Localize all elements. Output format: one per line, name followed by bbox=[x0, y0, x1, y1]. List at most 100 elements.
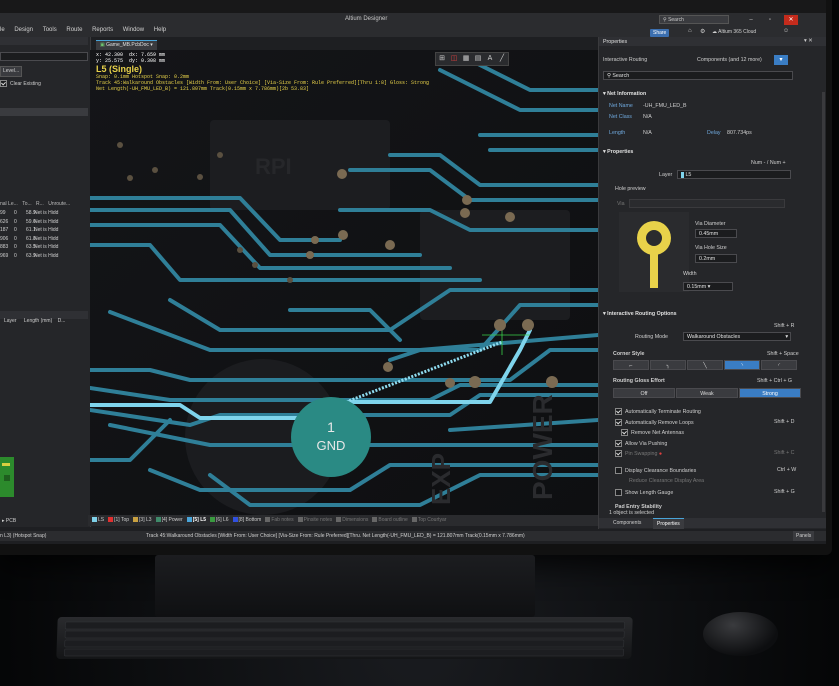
net-class-value: N/A bbox=[643, 114, 652, 120]
auto-terminate-checkbox[interactable] bbox=[615, 408, 622, 415]
corner-round-button[interactable]: ◜ bbox=[761, 360, 797, 370]
tab-components[interactable]: Components bbox=[609, 518, 645, 528]
clear-existing-option[interactable]: Clear Existing bbox=[0, 80, 41, 88]
opt-clearance-boundaries[interactable]: Display Clearance Boundaries bbox=[615, 467, 696, 474]
gloss-weak-button[interactable]: Weak bbox=[676, 388, 738, 398]
length-gauge-checkbox[interactable] bbox=[615, 489, 622, 496]
panels-button[interactable]: Panels bbox=[793, 531, 815, 541]
layer-tab[interactable]: [6] L6 bbox=[206, 517, 229, 523]
opt-remove-antennas[interactable]: Remove Net Antennas bbox=[621, 429, 684, 436]
auto-remove-loops-label: Automatically Remove Loops bbox=[625, 419, 694, 426]
maximize-button[interactable]: ▫ bbox=[763, 15, 777, 25]
via-diameter-input[interactable]: 0.45mm bbox=[695, 229, 737, 238]
layer-tab[interactable]: [4] Power bbox=[152, 517, 183, 523]
properties-scrollbar[interactable] bbox=[822, 92, 825, 512]
layer-tab[interactable]: [3] L3 bbox=[129, 517, 152, 523]
home-icon[interactable]: ⌂ bbox=[688, 28, 692, 34]
routing-mode-select[interactable]: Walkaround Obstacles ▾ bbox=[683, 332, 791, 341]
gloss-strong-button[interactable]: Strong bbox=[739, 388, 801, 398]
place-icon[interactable]: ▦ bbox=[462, 55, 470, 63]
routing-options-section[interactable]: ▾ Interactive Routing Options bbox=[603, 311, 677, 317]
board-thumbnail[interactable] bbox=[0, 457, 14, 497]
panel-menu-icon[interactable]: ▾ ✕ bbox=[804, 38, 813, 44]
silk-power: POWER bbox=[527, 394, 558, 500]
menu-route[interactable]: Route bbox=[66, 27, 82, 33]
cloud-workspace[interactable]: ☁ Altium 365 Cloud bbox=[712, 29, 756, 35]
properties-section[interactable]: ▾ Properties bbox=[603, 149, 633, 155]
via-select[interactable] bbox=[629, 199, 785, 208]
width-input[interactable]: 0.15mm ▾ bbox=[683, 282, 733, 291]
layer-tab[interactable]: Dimensions bbox=[332, 517, 368, 523]
filter-funnel-icon[interactable]: ▼ bbox=[774, 55, 788, 65]
opt-via-pushing[interactable]: Allow Via Pushing bbox=[615, 440, 667, 447]
pcb-board[interactable]: 1 GND RPI EXP POWER bbox=[90, 50, 598, 515]
layer-swatch bbox=[92, 517, 97, 523]
layer-select[interactable]: L5 bbox=[677, 170, 791, 179]
clearance-boundaries-checkbox[interactable] bbox=[615, 467, 622, 474]
pcb-panel-tab[interactable]: ▸ PCB bbox=[0, 517, 88, 526]
opt-auto-terminate[interactable]: Automatically Terminate Routing bbox=[615, 408, 701, 415]
layer-tab[interactable]: Board outline bbox=[368, 517, 408, 523]
menu-tools[interactable]: Tools bbox=[43, 27, 57, 33]
components-filter[interactable]: Components (and 12 more) bbox=[697, 57, 762, 63]
monitor-stand bbox=[155, 555, 535, 617]
table-cell: 0 bbox=[14, 252, 17, 259]
corner-arc-button[interactable]: ◝ bbox=[724, 360, 760, 370]
corner-90-button[interactable]: ╲ bbox=[687, 360, 723, 370]
chevron-down-icon: ▾ bbox=[785, 334, 788, 340]
minimize-button[interactable]: – bbox=[744, 15, 758, 25]
col-header-layer: Layer bbox=[4, 318, 17, 324]
layer-tab[interactable]: [1] Top bbox=[104, 517, 129, 523]
menu-file[interactable]: le bbox=[0, 27, 5, 33]
layer-tab[interactable]: [5] L5 bbox=[183, 517, 206, 523]
keyboard-keys bbox=[64, 621, 625, 657]
layer-tab[interactable]: LS bbox=[88, 517, 104, 523]
auto-remove-loops-checkbox[interactable] bbox=[615, 419, 622, 426]
menu-reports[interactable]: Reports bbox=[92, 27, 113, 33]
opt-pin-swapping[interactable]: Pin Swapping ● bbox=[615, 450, 662, 457]
menu-help[interactable]: Help bbox=[154, 27, 166, 33]
pcb-canvas[interactable]: 1 GND RPI EXP POWER bbox=[90, 50, 598, 515]
table-cell: Net is Hidd bbox=[34, 244, 59, 250]
left-panel-dropdown[interactable] bbox=[0, 52, 88, 61]
layer-tab[interactable]: Fab notes bbox=[261, 517, 294, 523]
route-icon[interactable]: ◫ bbox=[450, 55, 458, 63]
properties-search-input[interactable]: ⚲ Search bbox=[603, 71, 793, 80]
text-icon[interactable]: A bbox=[486, 55, 494, 63]
close-button[interactable]: ✕ bbox=[784, 15, 798, 25]
layer-tab[interactable]: Pinsite notes bbox=[294, 517, 333, 523]
gloss-off-button[interactable]: Off bbox=[613, 388, 675, 398]
col-header-r: R... bbox=[36, 201, 44, 207]
table-cell: 906 bbox=[0, 235, 9, 242]
document-tab[interactable]: ▣ Game_MB.PcbDoc ▾ bbox=[96, 40, 157, 50]
table-cell: 0 bbox=[14, 227, 17, 233]
share-button[interactable]: Share bbox=[650, 29, 670, 37]
corner-45-arc-button[interactable]: ╮ bbox=[650, 360, 686, 370]
remove-antennas-checkbox[interactable] bbox=[621, 429, 628, 436]
chart-icon[interactable]: ▤ bbox=[474, 55, 482, 63]
layer-tab[interactable]: Top Courtyar bbox=[408, 517, 446, 523]
tab-properties[interactable]: Properties bbox=[653, 518, 684, 529]
corner-45-button[interactable]: ⌐ bbox=[613, 360, 649, 370]
menu-window[interactable]: Window bbox=[123, 27, 144, 33]
layer-tab[interactable]: [8] Bottom bbox=[229, 517, 261, 523]
gnd-pad[interactable] bbox=[291, 397, 371, 477]
level-button[interactable]: Level... bbox=[0, 66, 23, 77]
via-pushing-checkbox[interactable] bbox=[615, 440, 622, 447]
menu-design[interactable]: Design bbox=[14, 27, 33, 33]
clear-existing-checkbox[interactable] bbox=[0, 80, 7, 88]
via-hole-size-input[interactable]: 0.2mm bbox=[695, 254, 737, 263]
left-panel-filter-bar bbox=[0, 108, 88, 116]
routing-mode-label: Routing Mode bbox=[635, 334, 668, 340]
user-icon[interactable]: ☺ bbox=[783, 28, 789, 34]
net-information-section[interactable]: ▾ Net Information bbox=[603, 91, 646, 97]
opt-auto-remove-loops[interactable]: Automatically Remove Loops bbox=[615, 419, 694, 426]
opt-length-gauge[interactable]: Show Length Gauge bbox=[615, 489, 673, 496]
filter-icon[interactable]: ⊞ bbox=[438, 55, 446, 63]
pin-swapping-checkbox[interactable] bbox=[615, 450, 622, 457]
gear-icon[interactable]: ⚙ bbox=[700, 28, 705, 35]
line-icon[interactable]: ╱ bbox=[498, 55, 506, 63]
length-gauge-label: Show Length Gauge bbox=[625, 489, 674, 496]
layer-tab-label: Pinsite notes bbox=[303, 517, 333, 523]
title-search-input[interactable]: ⚲ Search bbox=[659, 15, 729, 24]
